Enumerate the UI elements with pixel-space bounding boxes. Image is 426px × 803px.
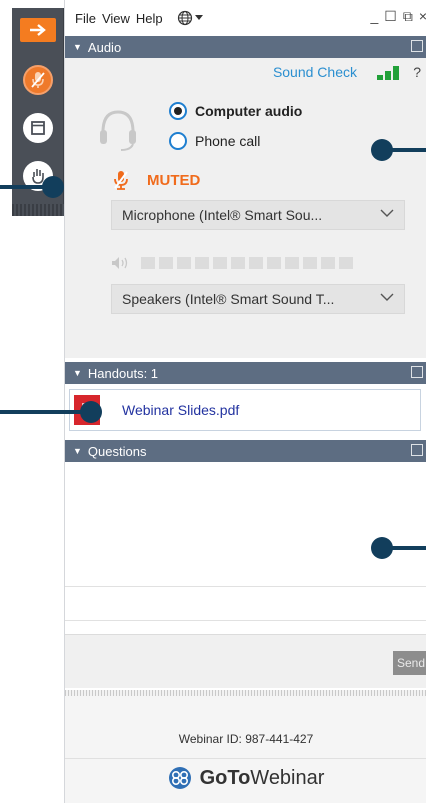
level-segment bbox=[195, 257, 209, 269]
collapse-panel-button[interactable] bbox=[20, 18, 56, 42]
menu-bar: File View Help _ ☐ ⧉ × bbox=[65, 0, 426, 36]
callout-dot-questions bbox=[371, 537, 393, 559]
level-segment bbox=[303, 257, 317, 269]
speakers-value: Speakers (Intel® Smart Sound T... bbox=[122, 291, 335, 307]
callout-line-handouts bbox=[0, 410, 90, 414]
questions-header-label: Questions bbox=[87, 443, 147, 459]
speaker-volume-icon bbox=[112, 257, 128, 269]
menu-view[interactable]: View bbox=[102, 11, 130, 26]
sound-check-link[interactable]: Sound Check bbox=[273, 64, 357, 80]
callout-dot-handouts bbox=[80, 401, 102, 423]
language-menu[interactable] bbox=[177, 10, 203, 26]
level-segment bbox=[267, 257, 281, 269]
muted-label: MUTED bbox=[147, 171, 201, 189]
level-segment bbox=[321, 257, 335, 269]
window-controls: _ ☐ ⧉ × bbox=[370, 8, 426, 25]
level-segment bbox=[339, 257, 353, 269]
computer-audio-radio[interactable] bbox=[169, 102, 187, 120]
logo-text-bold: GoTo bbox=[199, 766, 251, 789]
popout-questions-icon[interactable] bbox=[411, 444, 423, 456]
collapse-caret-icon: ▼ bbox=[73, 446, 82, 456]
logo-text-regular: Webinar bbox=[250, 766, 325, 789]
handout-link[interactable]: Webinar Slides.pdf bbox=[122, 402, 239, 418]
level-segment bbox=[285, 257, 299, 269]
toolbar-grip[interactable] bbox=[12, 204, 64, 216]
computer-audio-option[interactable]: Computer audio bbox=[169, 102, 302, 120]
handouts-section-header[interactable]: ▼ Handouts: 1 bbox=[65, 362, 426, 384]
callout-dot-audio bbox=[371, 139, 393, 161]
audio-section-header[interactable]: ▼ Audio bbox=[65, 36, 426, 58]
screen-view-button[interactable] bbox=[20, 110, 56, 146]
divider bbox=[65, 586, 426, 587]
phone-call-radio[interactable] bbox=[169, 132, 187, 150]
handouts-header-label: Handouts: 1 bbox=[87, 365, 159, 381]
mute-toggle-button[interactable] bbox=[20, 62, 56, 98]
popout-audio-icon[interactable] bbox=[411, 40, 423, 52]
chevron-down-icon bbox=[380, 207, 394, 221]
headset-icon bbox=[100, 110, 136, 151]
collapse-caret-icon: ▼ bbox=[73, 42, 82, 52]
phone-call-label: Phone call bbox=[195, 133, 261, 149]
level-segment bbox=[159, 257, 173, 269]
popout-handouts-icon[interactable] bbox=[411, 366, 423, 378]
popout-button[interactable]: ⧉ bbox=[403, 8, 413, 25]
microphone-muted-icon bbox=[31, 72, 45, 88]
gotowebinar-logo-icon bbox=[168, 767, 191, 789]
phone-call-option[interactable]: Phone call bbox=[169, 132, 260, 150]
caret-down-icon bbox=[194, 15, 203, 20]
speakers-select[interactable]: Speakers (Intel® Smart Sound T... bbox=[111, 284, 405, 314]
level-segment bbox=[213, 257, 227, 269]
questions-log: Send bbox=[65, 462, 426, 688]
level-segment bbox=[231, 257, 245, 269]
send-button[interactable]: Send bbox=[393, 651, 426, 675]
microphone-value: Microphone (Intel® Smart Sou... bbox=[122, 207, 323, 223]
menu-file[interactable]: File bbox=[75, 11, 96, 26]
control-panel: File View Help _ ☐ ⧉ × ▼ Audio Sound Che… bbox=[64, 0, 426, 803]
handout-item[interactable]: Webinar Slides.pdf bbox=[69, 389, 421, 431]
chevron-down-icon bbox=[380, 291, 394, 305]
collapse-caret-icon: ▼ bbox=[73, 368, 82, 378]
level-segment bbox=[177, 257, 191, 269]
menu-help[interactable]: Help bbox=[136, 11, 163, 26]
microphone-muted-icon bbox=[114, 171, 128, 190]
webinar-id: Webinar ID: 987-441-427 bbox=[178, 732, 314, 746]
level-segment bbox=[141, 257, 155, 269]
maximize-button[interactable]: ☐ bbox=[384, 8, 397, 25]
arrow-right-icon bbox=[30, 24, 46, 36]
audio-help-button[interactable]: ? bbox=[413, 64, 421, 80]
signal-strength-icon bbox=[377, 64, 399, 80]
gotowebinar-logo: GoTo Webinar bbox=[65, 766, 426, 790]
divider bbox=[65, 620, 426, 621]
audio-pane: Sound Check ? Computer audio Phone call bbox=[65, 58, 426, 358]
callout-line-questions bbox=[390, 546, 426, 550]
minimize-button[interactable]: _ bbox=[370, 8, 378, 25]
question-input[interactable]: Send bbox=[65, 634, 426, 688]
speaker-level-meter bbox=[111, 256, 353, 270]
level-segment bbox=[249, 257, 263, 269]
microphone-select[interactable]: Microphone (Intel® Smart Sou... bbox=[111, 200, 405, 230]
callout-dot-toolbar bbox=[42, 176, 64, 198]
globe-icon bbox=[177, 10, 192, 26]
computer-audio-label: Computer audio bbox=[195, 103, 303, 119]
window-icon bbox=[31, 121, 45, 135]
audio-header-label: Audio bbox=[87, 39, 122, 55]
callout-line-audio bbox=[390, 148, 426, 152]
footer: Webinar ID: 987-441-427 GoTo Webinar bbox=[65, 696, 426, 803]
divider bbox=[65, 758, 426, 759]
close-button[interactable]: × bbox=[419, 8, 426, 25]
mute-status: MUTED bbox=[113, 170, 200, 190]
questions-section-header[interactable]: ▼ Questions bbox=[65, 440, 426, 462]
